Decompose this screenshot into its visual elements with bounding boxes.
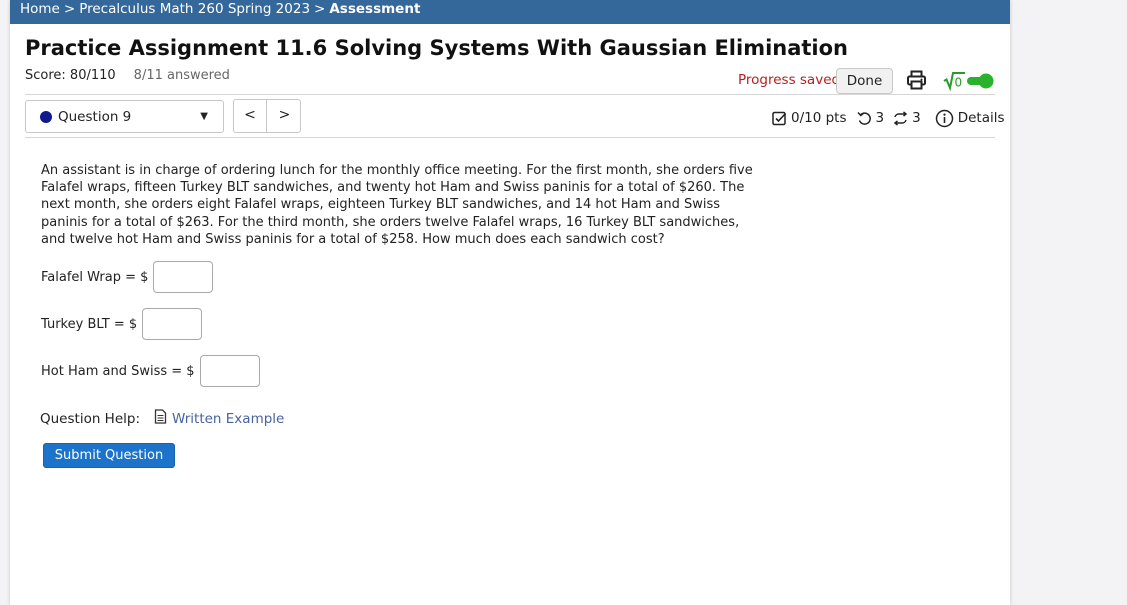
attempts-count: 3 [912,110,921,126]
page-title: Practice Assignment 11.6 Solving Systems… [25,36,849,60]
score-text: Score: 80/110 [25,68,116,83]
details-toggle[interactable]: Details [935,109,1005,128]
submit-question-button[interactable]: Submit Question [43,443,175,468]
breadcrumb-home-link[interactable]: Home [20,1,60,17]
checkbox-icon [772,111,787,126]
done-button[interactable]: Done [836,68,893,94]
document-icon [154,409,167,428]
breadcrumb-current: Assessment [329,1,421,17]
math-entry-toggle[interactable]: 0 [943,70,995,92]
points-text: 0/10 pts [791,110,847,126]
question-help-label: Question Help: [40,410,140,427]
question-select[interactable]: Question 9 ▼ [25,100,224,133]
progress-status: Progress saved [738,72,841,88]
score-summary: Score: 80/110 8/11 answered [25,68,230,83]
details-label: Details [957,110,1005,126]
breadcrumb-course-link[interactable]: Precalculus Math 260 Spring 2023 [79,1,310,17]
retries-count: 3 [875,110,885,126]
question-divider [25,137,995,138]
answer-label: Falafel Wrap = $ [41,269,149,285]
attempts-icon [893,110,908,126]
hot-ham-swiss-input[interactable] [199,355,260,387]
written-example-link[interactable]: Written Example [172,411,284,427]
print-icon[interactable] [906,70,927,90]
svg-text:0: 0 [955,76,963,90]
question-body: An assistant is in charge of ordering lu… [41,162,761,248]
sqrt-icon: 0 [943,72,965,92]
answer-label: Hot Ham and Swiss = $ [41,363,195,379]
question-status-dot [40,111,52,123]
breadcrumb-separator: > [63,1,76,17]
question-text: An assistant is in charge of ordering lu… [41,163,753,247]
header-divider [25,94,995,95]
question-select-value: Question 9 [58,109,132,125]
falafel-wrap-input[interactable] [153,261,214,293]
info-icon [935,109,954,128]
turkey-blt-input[interactable] [142,308,203,340]
next-question-button[interactable]: > [268,100,301,132]
question-help: Question Help: Written Example [40,409,284,428]
answer-row-ham-swiss: Hot Ham and Swiss = $ [41,355,260,387]
previous-question-button[interactable]: < [234,100,267,132]
retry-icon [856,111,872,126]
assessment-page: Home > Precalculus Math 260 Spring 2023 > As… [10,0,1010,605]
answer-label: Turkey BLT = $ [41,316,138,332]
chevron-down-icon: ▼ [200,111,208,122]
answered-count: 8/11 answered [133,68,230,83]
question-pager: < > [233,99,301,133]
answer-row-falafel: Falafel Wrap = $ [41,261,214,293]
breadcrumb: Home > Precalculus Math 260 Spring 2023 > As… [10,0,1010,24]
assignment-header: Practice Assignment 11.6 Solving Systems… [10,24,1010,94]
breadcrumb-separator: > [314,1,326,17]
question-meta: 0/10 pts 3 3 Details [772,107,1005,129]
answer-row-turkey: Turkey BLT = $ [41,308,203,340]
